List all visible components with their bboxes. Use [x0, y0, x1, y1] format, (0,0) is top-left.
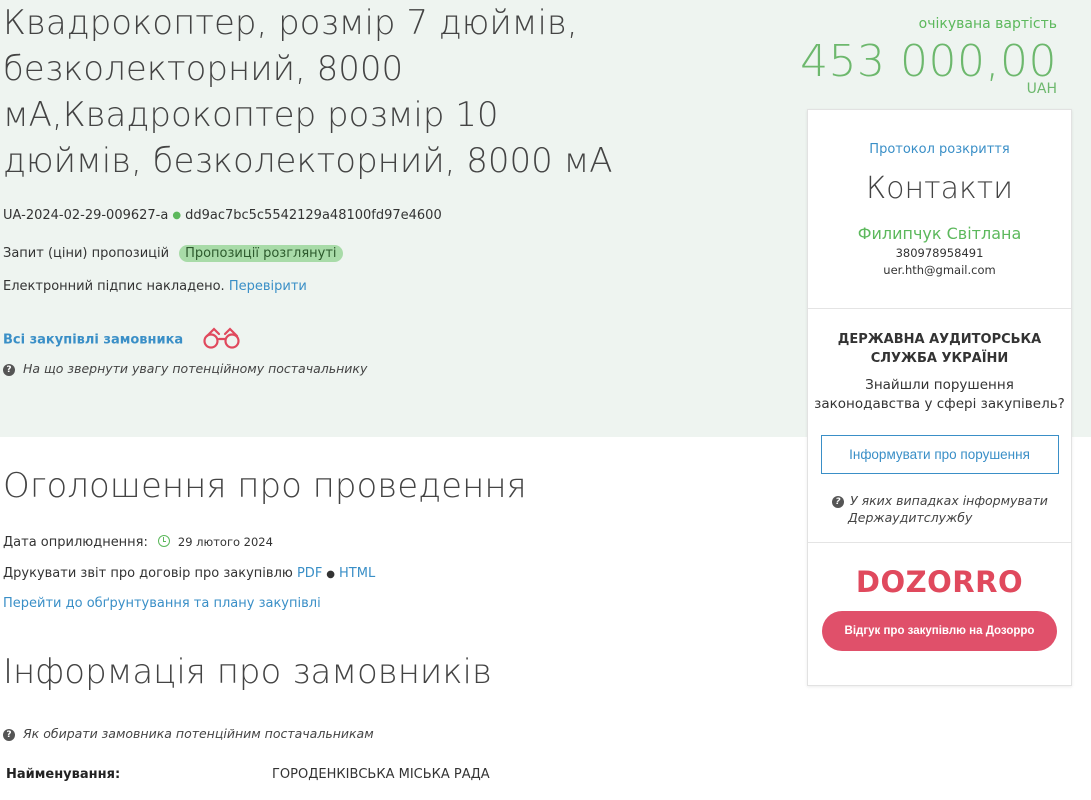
customer-name-value: ГОРОДЕНКІВСЬКА МІСЬКА РАДА: [272, 767, 490, 782]
sidebar-panel: Протокол розкриття Контакти Филипчук Сві…: [807, 109, 1072, 686]
contacts-section: Протокол розкриття Контакти Филипчук Сві…: [808, 110, 1071, 309]
das-note-line2: Держаудитслужбу: [848, 510, 973, 525]
plan-link-row: Перейти до обґрунтування та плану закупі…: [3, 596, 321, 611]
customers-heading: Інформація про замовників: [3, 652, 492, 692]
customer-note[interactable]: ? Як обирати замовника потенційним постач…: [3, 726, 374, 742]
procedure-line: Запит (ціни) пропозицій Пропозиції розгля…: [3, 245, 343, 262]
print-text: Друкувати звіт про договір про закупівлю: [3, 566, 293, 581]
separator-dot: ●: [326, 569, 336, 580]
verify-signature-link[interactable]: Перевірити: [229, 279, 307, 294]
das-note-line1: У яких випадках інформувати: [850, 493, 1048, 508]
procedure-type: Запит (ціни) пропозицій: [3, 246, 170, 261]
das-section: ДЕРЖАВНА АУДИТОРСЬКА СЛУЖБА УКРАЇНИ Знайш…: [808, 309, 1071, 543]
question-icon: ?: [3, 364, 15, 376]
all-purchases-row: Всі закупівлі замовника: [3, 326, 243, 354]
report-violation-button[interactable]: Інформувати про порушення: [820, 435, 1059, 474]
print-pdf-link[interactable]: PDF: [297, 566, 322, 581]
question-icon: ?: [832, 496, 844, 508]
dozorro-section: DOZORRO Відгук про закупівлю на Дозорро: [808, 543, 1071, 685]
contact-email: uer.hth@gmail.com: [883, 263, 996, 277]
status-badge: Пропозиції розглянуті: [179, 245, 343, 262]
publication-date-row: Дата оприлюднення: 29 лютого 2024: [3, 535, 273, 550]
all-purchases-link[interactable]: Всі закупівлі замовника: [3, 333, 183, 348]
signature-line: Електронний підпис накладено. Перевірити: [3, 279, 307, 294]
signature-text: Електронний підпис накладено.: [3, 279, 225, 294]
print-report-row: Друкувати звіт про договір про закупівлю…: [3, 566, 375, 581]
plan-link[interactable]: Перейти до обґрунтування та плану закупі…: [3, 596, 321, 611]
customer-name-label: Найменування:: [6, 767, 121, 782]
tender-id: UA-2024-02-29-009627-a: [3, 208, 169, 223]
das-text: Знайшли порушення законодавства у сфері з…: [814, 377, 1065, 412]
question-icon: ?: [3, 729, 15, 741]
price-label: очікувана вартість: [918, 16, 1057, 32]
date-value: 29 лютого 2024: [177, 535, 273, 549]
clock-icon: [157, 535, 170, 547]
customer-note-text: Як обирати замовника потенційним постача…: [23, 726, 374, 741]
supplier-note[interactable]: ? На що звернути увагу потенційному поста…: [3, 361, 367, 377]
date-label: Дата оприлюднення:: [3, 535, 148, 550]
announcement-heading: Оголошення про проведення: [3, 466, 527, 506]
supplier-note-text: На що звернути увагу потенційному постач…: [23, 361, 368, 376]
das-title: ДЕРЖАВНА АУДИТОРСЬКА СЛУЖБА УКРАЇНИ: [837, 332, 1042, 366]
tender-id-line: UA-2024-02-29-009627-a ● dd9ac7bc5c5542129…: [3, 208, 442, 223]
dozorro-feedback-button[interactable]: Відгук про закупівлю на Дозорро: [822, 611, 1057, 651]
dozorro-logo[interactable]: DOZORRO: [808, 565, 1071, 599]
contacts-heading: Контакти: [865, 171, 1014, 206]
protocol-link[interactable]: Протокол розкриття: [869, 142, 1009, 157]
contact-name: Филипчук Світлана: [857, 224, 1022, 243]
price-value: 453 000,00: [800, 36, 1057, 87]
status-dot-icon: ●: [172, 210, 182, 221]
tender-hash: dd9ac7bc5c5542129a48100fd97e4600: [185, 208, 442, 223]
binoculars-icon[interactable]: [201, 326, 243, 354]
tender-title: Квадрокоптер, розмір 7 дюймів, безколект…: [3, 3, 613, 181]
print-html-link[interactable]: HTML: [339, 566, 375, 581]
das-note[interactable]: ? У яких випадках інформувати Держаудитсл…: [808, 492, 1071, 526]
price-currency: UAH: [1026, 81, 1057, 97]
contact-phone: 380978958491: [895, 246, 984, 260]
